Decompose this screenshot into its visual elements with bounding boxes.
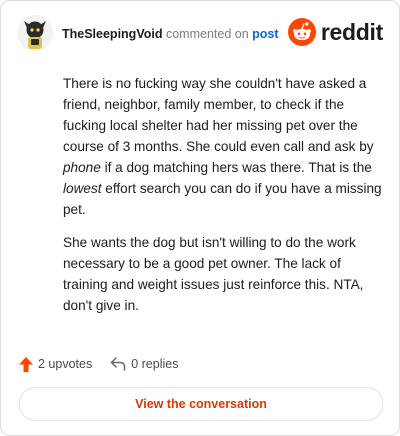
post-link[interactable]: post — [252, 27, 278, 41]
view-conversation-button[interactable]: View the conversation — [19, 387, 383, 421]
reddit-logo[interactable]: reddit — [287, 17, 383, 47]
reddit-alien-icon — [287, 18, 316, 46]
user-avatar[interactable] — [17, 15, 53, 51]
replies-count: 0 replies — [131, 357, 179, 371]
paragraph-1-text-b: if a dog matching hers was there. That i… — [100, 160, 372, 175]
reply-arrow-icon — [110, 357, 126, 371]
comment-body: There is no fucking way she couldn't hav… — [63, 73, 383, 328]
avatar-icon — [17, 15, 53, 51]
byline: TheSleepingVoid commented on post — [62, 26, 279, 42]
upvotes-count: 2 upvotes — [38, 357, 93, 371]
embedded-comment-card: TheSleepingVoid commented on post reddit… — [0, 0, 400, 436]
emphasis-lowest: lowest — [63, 181, 102, 196]
reddit-wordmark: reddit — [320, 18, 383, 45]
emphasis-phone: phone — [63, 160, 101, 175]
paragraph-1-text-a: There is no fucking way she couldn't hav… — [63, 76, 374, 154]
upvote-arrow-icon — [19, 356, 33, 372]
comment-paragraph-2: She wants the dog but isn't willing to d… — [63, 235, 364, 313]
comment-paragraph-1: There is no fucking way she couldn't hav… — [63, 73, 383, 220]
upvotes-stat[interactable]: 2 upvotes — [19, 356, 93, 372]
paragraph-1-text-c: effort search you can do if you have a m… — [63, 181, 382, 217]
comment-header: TheSleepingVoid commented on post reddit — [17, 15, 385, 53]
username-link[interactable]: TheSleepingVoid — [62, 27, 162, 41]
commented-on-text: commented on — [165, 27, 249, 41]
replies-stat[interactable]: 0 replies — [110, 357, 178, 371]
comment-stats: 2 upvotes 0 replies — [19, 354, 196, 374]
